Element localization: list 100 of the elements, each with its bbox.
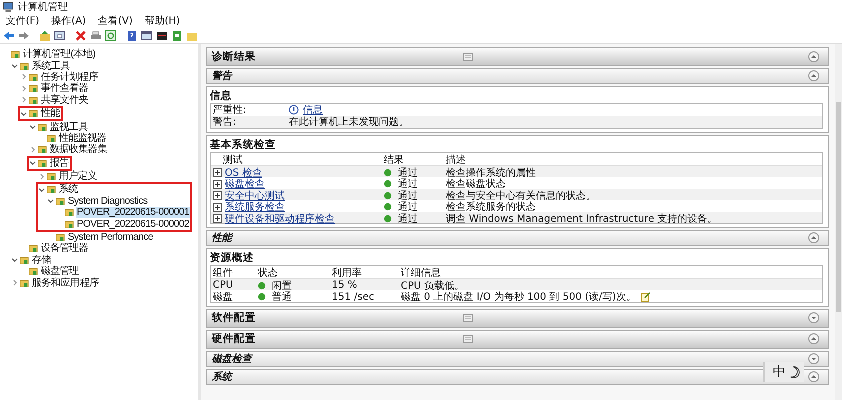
menu-item[interactable]: 帮助(H) — [144, 14, 180, 28]
expand-box-icon[interactable] — [213, 191, 222, 200]
menu-item[interactable]: 查看(V) — [98, 14, 133, 28]
folder-icon — [47, 185, 56, 194]
field-value: 在此计算机上未发现问题。 — [289, 116, 409, 129]
tree-item[interactable]: 性能监视器 — [0, 132, 198, 144]
folder-icon — [29, 84, 38, 94]
tree-item[interactable]: 监视工具 — [0, 121, 198, 133]
collapse-chevron-icon[interactable] — [11, 256, 19, 264]
folder-icon — [20, 278, 29, 288]
test-link[interactable]: 安全中心测试 — [225, 188, 285, 202]
tree-item[interactable]: 存储 — [0, 254, 198, 266]
expand-box-icon[interactable] — [213, 202, 222, 212]
expand-chevron-icon[interactable] — [20, 96, 28, 104]
section-header[interactable]: 磁盘检查 — [206, 350, 829, 366]
pane-icon[interactable] — [141, 30, 153, 42]
printer-icon[interactable] — [90, 30, 102, 42]
collapse-icon[interactable] — [808, 370, 820, 382]
test-link[interactable]: 硬件设备和驱动程序检查 — [225, 212, 335, 226]
folder-icon — [47, 172, 56, 182]
section-header[interactable]: 警告 — [206, 68, 829, 84]
table-cell-text: 检查与安全中心有关信息的状态。 — [445, 190, 597, 202]
folder-icon — [65, 208, 74, 218]
forward-arrow-icon[interactable] — [18, 30, 30, 42]
test-link[interactable]: OS 检查 — [225, 166, 262, 180]
window-title: 计算机管理 — [18, 0, 68, 14]
expand-chevron-icon[interactable] — [11, 279, 19, 288]
folder-icon — [38, 122, 47, 132]
folder-icon — [38, 158, 47, 168]
table-cell-text: 151 /sec — [331, 292, 376, 302]
collapse-icon[interactable] — [808, 70, 820, 82]
folder-icon — [29, 96, 38, 105]
field-label: 警告: — [212, 116, 238, 129]
expand-chevron-icon[interactable] — [29, 146, 37, 154]
collapse-chevron-icon[interactable] — [38, 186, 46, 194]
collapse-chevron-icon[interactable] — [20, 110, 28, 118]
folder-icon — [38, 145, 47, 154]
panel-icon — [463, 52, 473, 60]
collapse-chevron-icon[interactable] — [47, 197, 55, 206]
tree-item[interactable]: 服务和应用程序 — [0, 277, 198, 289]
tree-item[interactable]: System Diagnostics — [38, 196, 190, 208]
severity-link[interactable]: 信息 — [303, 103, 323, 117]
folder-icon — [20, 62, 29, 71]
status-text: 通过 — [398, 212, 418, 226]
test-link[interactable]: 系统服务检查 — [225, 200, 285, 214]
folder-icon — [29, 109, 38, 118]
tree-item[interactable]: 报告 — [29, 158, 70, 169]
scrollbar[interactable] — [835, 44, 842, 400]
expand-icon[interactable] — [808, 312, 820, 324]
collapse-chevron-icon[interactable] — [11, 62, 19, 70]
panel-icon — [463, 314, 473, 322]
test-link[interactable]: 磁盘检查 — [225, 177, 265, 191]
refresh-icon[interactable] — [105, 30, 117, 42]
status-text: 通过 — [398, 190, 418, 202]
tree-item[interactable]: 性能 — [20, 108, 62, 120]
edit-note-icon[interactable] — [641, 292, 652, 302]
expand-box-icon[interactable] — [213, 180, 222, 188]
collapse-chevron-icon[interactable] — [29, 159, 37, 168]
collapse-icon[interactable] — [808, 50, 820, 62]
tree-item[interactable]: 磁盘管理 — [0, 266, 198, 278]
ime-indicator[interactable]: 中 — [763, 362, 804, 382]
moon-icon — [790, 366, 801, 378]
section-header[interactable]: 软件配置 — [206, 308, 829, 328]
field-label: 严重性: — [212, 104, 248, 116]
collapse-chevron-icon[interactable] — [29, 123, 37, 132]
section-header[interactable]: 硬件配置 — [206, 330, 829, 348]
delete-icon[interactable] — [75, 30, 87, 42]
tree-item[interactable]: 任务计划程序 — [0, 72, 198, 84]
folder-icon — [56, 233, 65, 242]
back-arrow-icon[interactable] — [3, 30, 15, 42]
tree-item[interactable]: 系统工具 — [0, 60, 198, 72]
collapse-icon[interactable] — [808, 232, 820, 244]
tree-item[interactable]: System Performance — [0, 232, 198, 244]
monitor-icon[interactable] — [156, 30, 168, 42]
help-icon[interactable] — [126, 30, 138, 42]
expand-chevron-icon[interactable] — [38, 172, 46, 181]
collapse-icon[interactable] — [808, 333, 820, 345]
expand-icon[interactable] — [808, 352, 820, 364]
folder-icon — [47, 134, 56, 143]
pane-icon[interactable] — [54, 30, 66, 42]
panel-title: 基本系统检查 — [210, 138, 276, 152]
menu-item[interactable]: 操作(A) — [52, 14, 86, 28]
tree-item[interactable]: 计算机管理(本地) — [0, 49, 198, 60]
folder-icon — [29, 267, 38, 276]
expand-chevron-icon[interactable] — [20, 84, 28, 93]
expand-box-icon[interactable] — [213, 214, 222, 223]
tree-item[interactable]: 数据收集器集 — [0, 144, 198, 156]
tree-item[interactable]: POVER_20220615-000002 — [38, 218, 190, 230]
tree-item[interactable]: 系统 — [38, 184, 190, 196]
tree-item[interactable]: 事件查看器 — [0, 83, 198, 95]
folder-icon — [29, 72, 38, 82]
tree-item[interactable]: 共享文件夹 — [0, 94, 198, 106]
section-header[interactable]: 性能 — [206, 230, 829, 246]
table-cell-text: 调查 Windows Management Infrastructure 支持的设备。 — [445, 212, 719, 226]
folder-up-icon[interactable] — [39, 30, 51, 42]
expand-box-icon[interactable] — [213, 168, 222, 177]
section-header[interactable]: 诊断结果 — [206, 47, 829, 66]
menu-item[interactable]: 文件(F) — [6, 14, 40, 28]
tree-item[interactable]: 设备管理器 — [0, 243, 198, 255]
tree-item[interactable]: 用户定义 — [0, 170, 198, 182]
